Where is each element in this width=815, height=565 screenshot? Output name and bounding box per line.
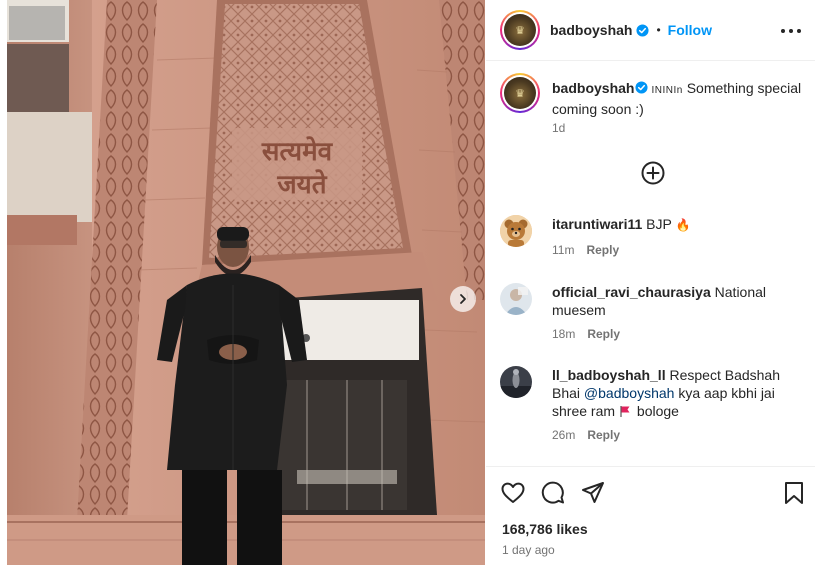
post-caption: badboyshah ININIn Something special comin… — [552, 79, 802, 118]
flag-icon — [620, 406, 630, 417]
post-side-panel: ♛ badboyshah • Follow ♛ badboyshah ININIn… — [486, 0, 815, 565]
verified-badge-icon — [636, 23, 650, 37]
crown-icon: ♛ — [504, 77, 536, 109]
author-username[interactable]: badboyshah — [550, 22, 632, 38]
reply-button[interactable]: Reply — [586, 243, 619, 257]
commenter-username[interactable]: itaruntiwari11 — [552, 216, 642, 232]
commenter-username[interactable]: official_ravi_chaurasiya — [552, 284, 711, 300]
mention-link[interactable]: @badboyshah — [584, 385, 675, 401]
comment-time[interactable]: 18m — [552, 327, 575, 341]
bookmark-icon[interactable] — [781, 480, 807, 506]
post-image[interactable]: सत्यमेव जयते — [7, 0, 485, 565]
author-avatar[interactable]: ♛ — [500, 10, 540, 50]
comment-text: BJP — [646, 216, 672, 232]
caption-username[interactable]: badboyshah — [552, 80, 634, 96]
post-photo: सत्यमेव जयते — [7, 0, 485, 565]
comment-time[interactable]: 26m — [552, 428, 575, 442]
comment-icon[interactable] — [540, 480, 566, 506]
reply-button[interactable]: Reply — [587, 428, 620, 442]
comment-time[interactable]: 11m — [552, 243, 574, 257]
sign-text-line1: सत्यमेव — [261, 136, 334, 167]
next-image-button[interactable] — [450, 286, 476, 312]
action-bar: 168,786 likes 1 day ago — [486, 466, 815, 565]
profile-photo-icon — [500, 283, 532, 315]
post-header: ♛ badboyshah • Follow — [486, 0, 815, 61]
fire-emoji: 🔥 — [675, 218, 691, 232]
separator-dot: • — [656, 23, 661, 37]
more-options-icon[interactable] — [781, 24, 801, 38]
likes-count[interactable]: 168,786 likes — [502, 521, 588, 537]
commenter-username[interactable]: ll_badboyshah_ll — [552, 367, 666, 383]
commenter-avatar[interactable] — [500, 215, 532, 247]
post-date[interactable]: 1 day ago — [502, 543, 555, 557]
commenter-avatar[interactable] — [500, 366, 532, 398]
reply-button[interactable]: Reply — [587, 327, 620, 341]
caption-timestamp[interactable]: 1d — [552, 121, 565, 135]
caption-prefix: ININIn — [651, 85, 683, 96]
share-icon[interactable] — [580, 480, 606, 506]
plus-circle-icon[interactable] — [640, 160, 666, 186]
comment-text-end: bologe — [636, 403, 679, 419]
chevron-right-icon — [460, 294, 466, 304]
teddy-bear-icon — [500, 215, 532, 247]
crown-icon: ♛ — [504, 14, 536, 46]
sign-text-line2: जयते — [276, 169, 327, 200]
caption-avatar[interactable]: ♛ — [500, 73, 540, 113]
commenter-avatar[interactable] — [500, 283, 532, 315]
verified-badge-icon — [635, 81, 649, 94]
heart-icon[interactable] — [500, 480, 526, 506]
follow-button[interactable]: Follow — [668, 22, 712, 38]
profile-photo-icon — [500, 366, 532, 398]
